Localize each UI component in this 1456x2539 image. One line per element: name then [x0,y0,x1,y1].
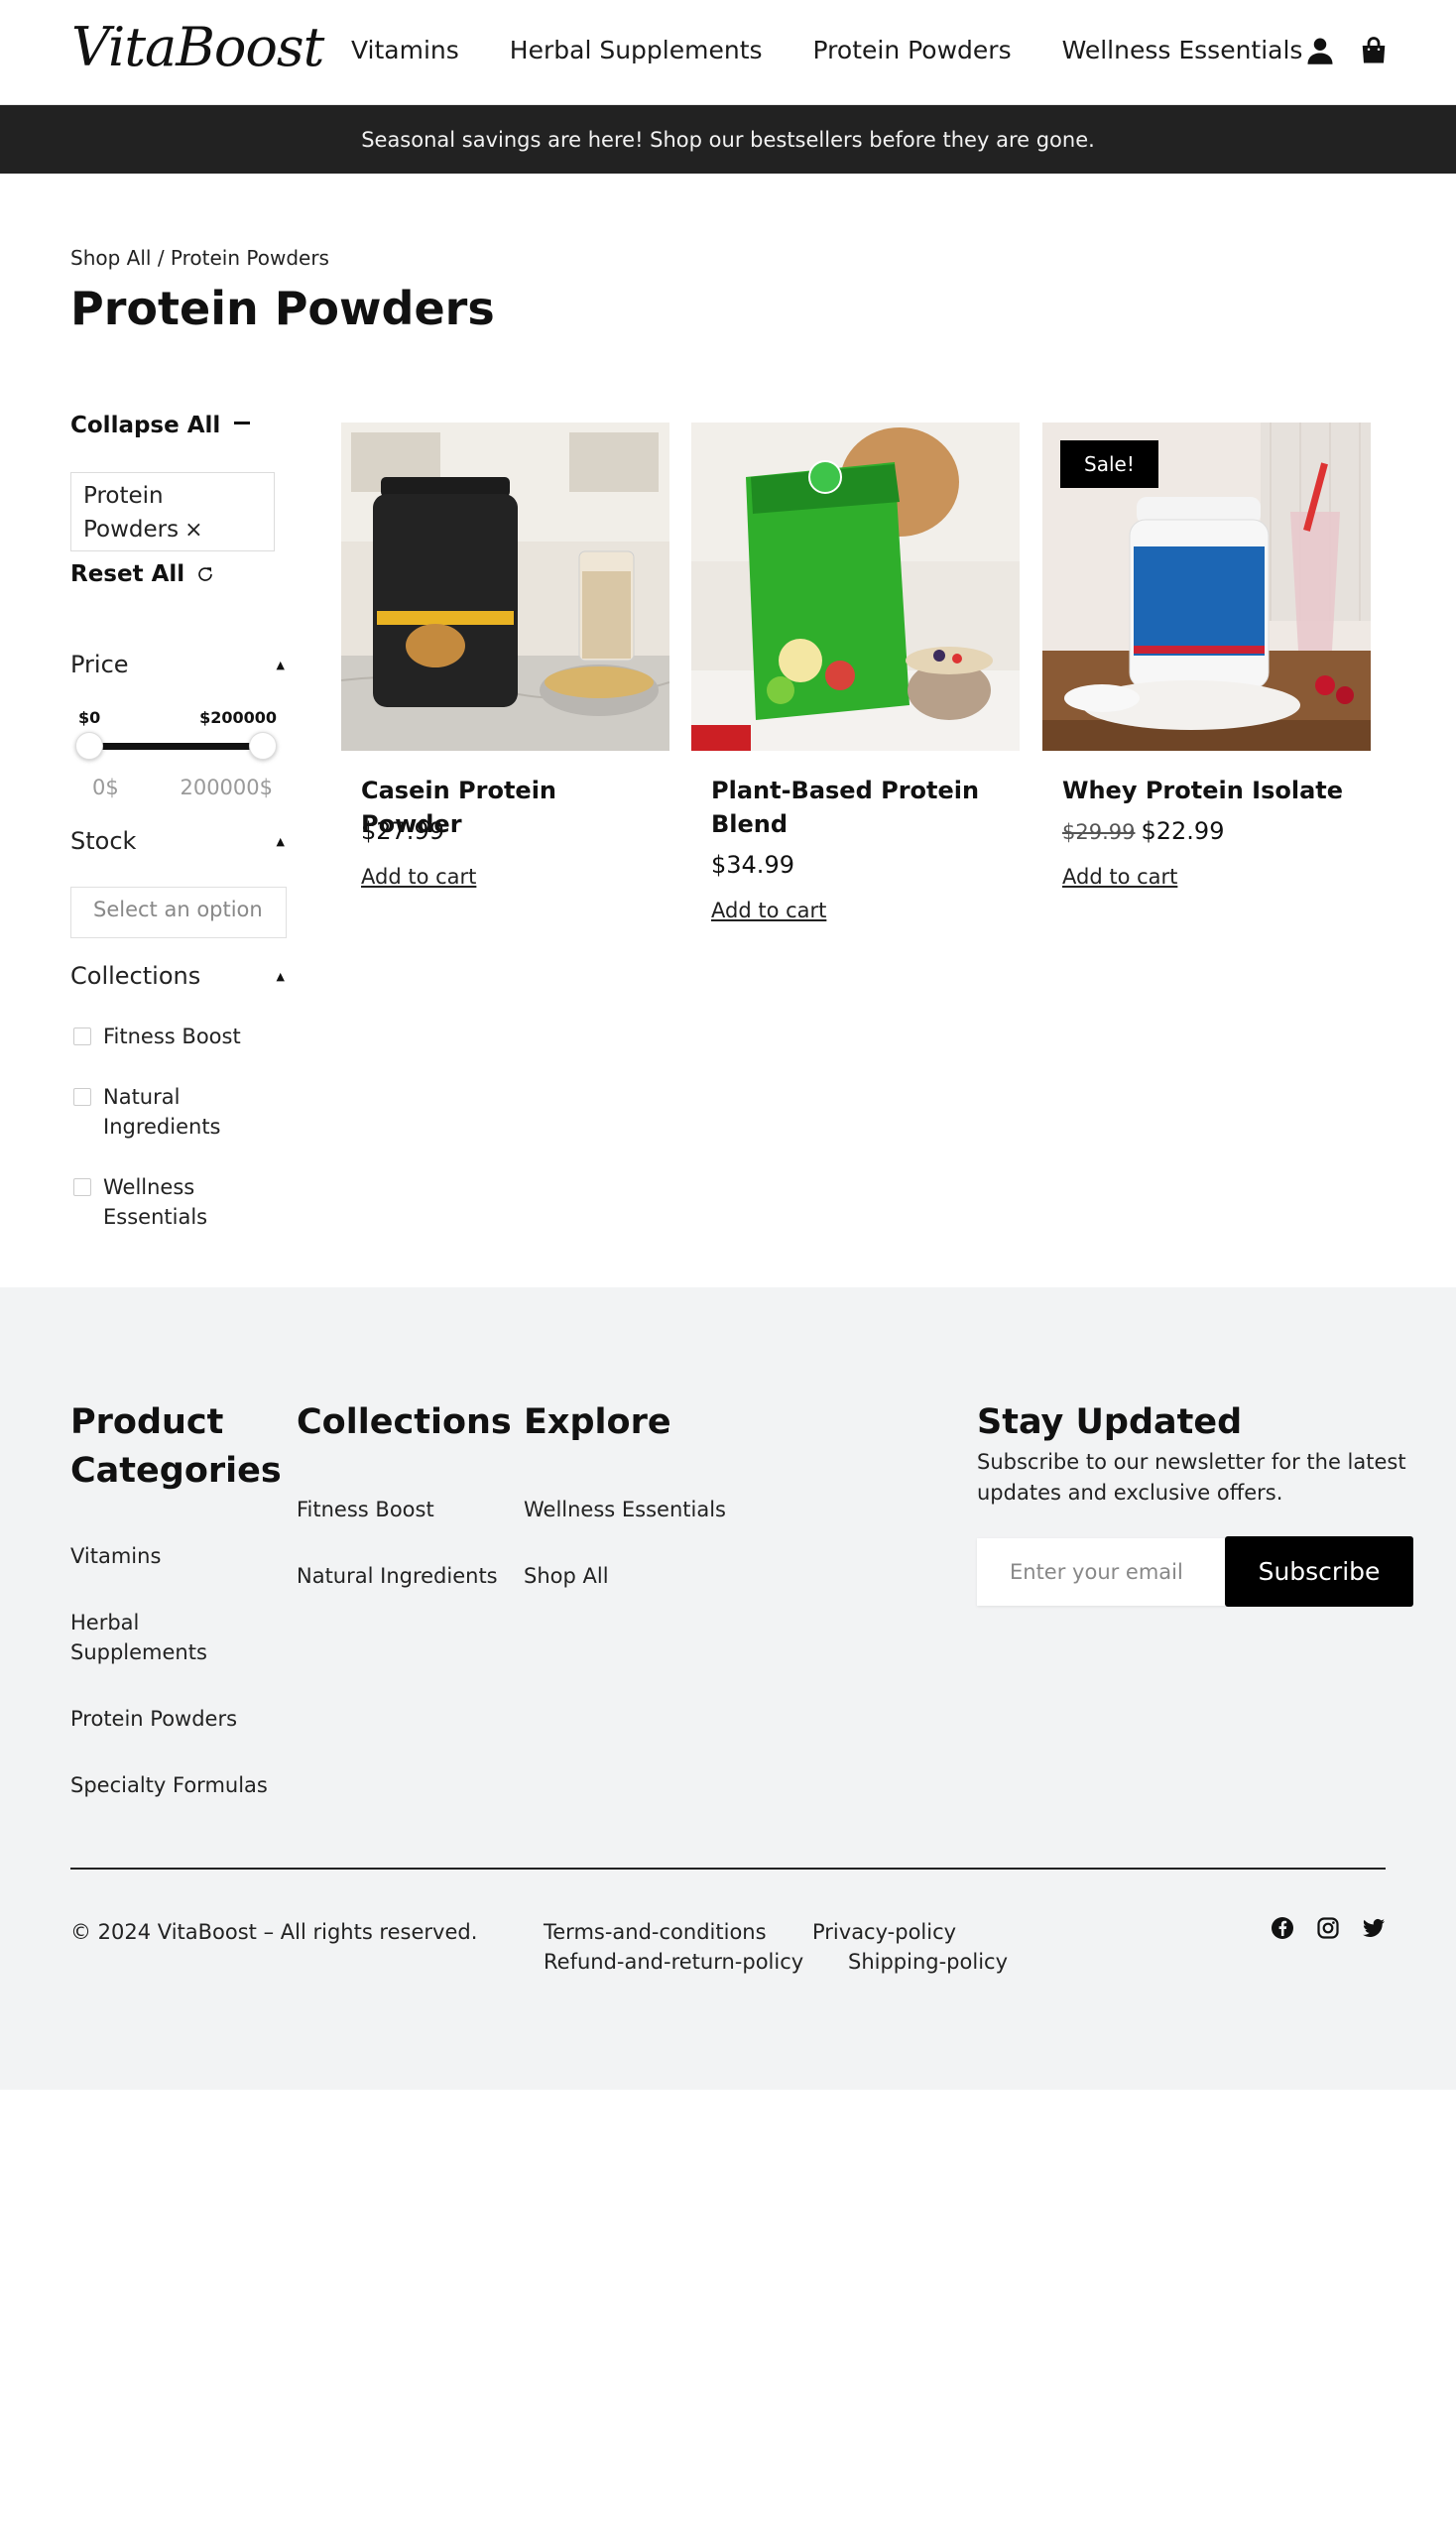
collection-label-line2: Ingredients [103,1115,221,1139]
footer-link-specialty-formulas[interactable]: Specialty Formulas [70,1770,268,1800]
active-filter-chip: Protein Powders × [70,472,275,551]
collection-checkbox-wellness-essentials[interactable]: Wellness Essentials [73,1172,207,1232]
footer-link-shop-all[interactable]: Shop All [524,1561,609,1591]
collection-label-line1: Natural [103,1085,181,1109]
checkbox[interactable] [73,1088,91,1106]
price-slider-min-handle[interactable] [75,732,103,760]
collections-filter-toggle[interactable]: Collections ▲ [70,962,285,990]
product-current-price: $27.99 [361,817,444,845]
email-input[interactable]: Enter your email [977,1538,1227,1606]
checkbox[interactable] [73,1178,91,1196]
collections-filter-label: Collections [70,962,201,990]
footer-link-herbal-supplements[interactable]: Herbal Supplements [70,1608,239,1667]
price-max-label: $200000 [199,708,277,727]
collection-checkbox-natural-ingredients[interactable]: Natural Ingredients [73,1082,221,1142]
collapse-all-label: Collapse All [70,413,221,438]
minus-icon [234,421,251,424]
product-card-whey: Sale! Whey Protein Isolate $29.99 $22.99 … [1042,423,1371,889]
price-slider-track[interactable] [89,743,263,750]
product-price: $27.99 [361,817,444,845]
price-min-label: $0 [78,708,101,727]
product-image[interactable] [691,423,1020,751]
subscribe-button[interactable]: Subscribe [1225,1536,1413,1607]
instagram-icon[interactable] [1316,1916,1340,1940]
caret-up-icon: ▲ [276,834,285,848]
reset-all-button[interactable]: Reset All [70,561,214,587]
nav-vitamins[interactable]: Vitamins [351,36,459,64]
twitter-icon[interactable] [1362,1916,1386,1940]
header-actions [1305,36,1389,65]
remove-filter-icon[interactable]: × [184,518,202,543]
product-image[interactable] [341,423,669,751]
sale-badge: Sale! [1060,440,1158,488]
price-min-value: 0$ [92,776,119,799]
product-card-casein: Casein Protein Powder $27.99 Add to cart [341,423,669,889]
price-slider-max-handle[interactable] [249,732,277,760]
footer-link-fitness-boost[interactable]: Fitness Boost [297,1495,434,1524]
stock-select[interactable]: Select an option [70,887,287,938]
announcement-bar: Seasonal savings are here! Shop our best… [0,105,1456,174]
footer-heading-collections: Collections [297,1402,512,1442]
copyright-text: © 2024 VitaBoost – All rights reserved. [70,1920,478,1944]
add-to-cart-link[interactable]: Add to cart [361,865,476,889]
collection-label-line2: Essentials [103,1205,208,1229]
checkbox[interactable] [73,1028,91,1045]
active-filter-line1: Protein [83,483,164,509]
price-max-value: 200000$ [180,776,273,799]
footer-heading-newsletter: Stay Updated [977,1402,1243,1442]
caret-up-icon: ▲ [276,658,285,671]
footer-divider [70,1868,1386,1870]
nav-herbal-supplements[interactable]: Herbal Supplements [510,36,763,64]
user-icon[interactable] [1305,36,1335,65]
stock-filter-toggle[interactable]: Stock ▲ [70,827,285,855]
heading-line1: Product [70,1402,224,1442]
nav-protein-powders[interactable]: Protein Powders [813,36,1012,64]
site-logo[interactable]: VitaBoost [71,16,324,78]
product-current-price: $22.99 [1141,817,1225,845]
facebook-icon[interactable] [1271,1916,1294,1940]
product-image[interactable]: Sale! [1042,423,1371,751]
product-old-price: $29.99 [1062,820,1136,844]
site-header: VitaBoost Vitamins Herbal Supplements Pr… [0,0,1456,105]
footer-link-wellness-essentials[interactable]: Wellness Essentials [524,1495,726,1524]
shopping-bag-icon[interactable] [1359,36,1389,65]
add-to-cart-link[interactable]: Add to cart [1062,865,1177,889]
footer-link-protein-powders[interactable]: Protein Powders [70,1704,237,1734]
policy-link-shipping[interactable]: Shipping-policy [848,1947,1008,1978]
price-filter-toggle[interactable]: Price ▲ [70,651,285,678]
collection-checkbox-fitness-boost[interactable]: Fitness Boost [73,1022,241,1051]
footer-link-vitamins[interactable]: Vitamins [70,1541,161,1571]
social-links [1271,1916,1386,1940]
nav-wellness-essentials[interactable]: Wellness Essentials [1062,36,1303,64]
product-card-plant-based: Plant-Based Protein Blend $34.99 Add to … [691,423,1020,922]
collection-label: Fitness Boost [103,1025,241,1048]
footer-heading-product-categories: Product Categories [70,1398,282,1496]
policy-link-refund[interactable]: Refund-and-return-policy [544,1947,803,1978]
refresh-icon [198,567,212,581]
reset-all-label: Reset All [70,561,185,587]
price-range-values: 0$ 200000$ [92,776,273,799]
add-to-cart-link[interactable]: Add to cart [711,899,826,922]
product-price: $34.99 [711,851,794,879]
product-current-price: $34.99 [711,851,794,879]
breadcrumb[interactable]: Shop All / Protein Powders [70,246,329,270]
caret-up-icon: ▲ [276,969,285,983]
policy-link-terms[interactable]: Terms-and-conditions [544,1917,767,1948]
price-range-labels: $0 $200000 [78,708,277,727]
policy-link-privacy[interactable]: Privacy-policy [812,1917,956,1948]
footer-link-natural-ingredients[interactable]: Natural Ingredients [297,1561,498,1591]
heading-line2: Categories [70,1451,282,1491]
collapse-all-button[interactable]: Collapse All [70,413,251,438]
product-name[interactable]: Plant-Based Protein Blend [711,774,999,841]
product-price: $29.99 $22.99 [1062,817,1224,845]
footer-heading-explore: Explore [524,1402,671,1442]
stock-filter-label: Stock [70,827,137,855]
collection-label-line1: Wellness [103,1175,195,1199]
product-name[interactable]: Whey Protein Isolate [1062,774,1350,807]
main-nav: Vitamins Herbal Supplements Protein Powd… [351,36,1353,64]
price-filter-label: Price [70,651,129,678]
active-filter-line2: Powders [83,517,180,543]
newsletter-description: Subscribe to our newsletter for the late… [977,1450,1406,1505]
page-title: Protein Powders [70,282,495,335]
